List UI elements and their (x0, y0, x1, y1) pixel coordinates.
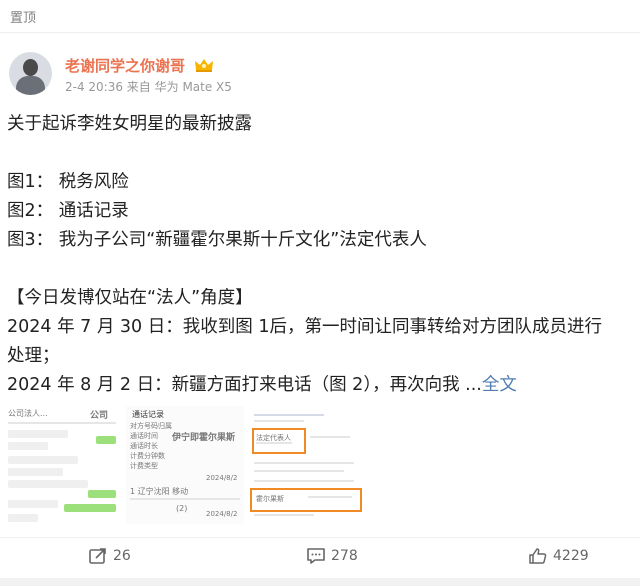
registry-line (308, 496, 352, 498)
chat-bubble-sent (96, 436, 116, 444)
chat-bubble (8, 442, 48, 450)
chat-bubble (8, 480, 88, 488)
chat-bubble (8, 500, 58, 508)
chat-bubble (8, 456, 78, 464)
call-record-row: 通话时间 (130, 432, 158, 440)
comment-button[interactable]: 278 (306, 547, 358, 565)
author-name-text[interactable]: 老谢同学之你谢哥 (65, 57, 185, 75)
call-record-title: 通话记录 (132, 410, 164, 419)
chat-bubble (8, 468, 63, 476)
like-count: 4229 (553, 548, 589, 564)
registry-line (254, 480, 354, 482)
figure-3-line: 图3： 我为子公司“新疆霍尔果斯十斤文化”法定代表人 (7, 230, 427, 250)
timeline-line-2: 2024 年 8 月 2 日：新疆方面打来电话（图 2），再次向我 ...全文 (7, 371, 639, 400)
registry-line (310, 436, 350, 438)
avatar-body (16, 76, 45, 95)
call-record-row: 计费类型 (130, 462, 158, 470)
thumbs-up-icon (528, 547, 548, 565)
comment-count: 278 (331, 548, 358, 564)
author-name[interactable]: 老谢同学之你谢哥 (65, 55, 214, 77)
call-record-location: 1 辽宁沈阳 移动 (130, 487, 189, 496)
call-record-date: 2024/8/2 (206, 474, 238, 482)
registry-line (254, 420, 304, 422)
call-record-date-2: 2024/8/2 (206, 510, 238, 518)
post-content: 关于起诉李姓女明星的最新披露 图1： 税务风险 图2： 通话记录 图3： 我为子… (7, 110, 639, 400)
repost-count: 26 (113, 548, 131, 564)
avatar[interactable] (9, 52, 52, 95)
image-2-divider (130, 498, 240, 500)
image-2-thumbnail[interactable]: 通话记录 对方号码归属 通话时间 通话时长 计费分钟数 计费类型 伊宁即霍尔果斯… (126, 406, 244, 524)
timeline-line-2-text: 2024 年 8 月 2 日：新疆方面打来电话（图 2），再次向我 ... (7, 375, 482, 395)
highlight-box (252, 428, 306, 454)
chat-bubble-sent (64, 504, 116, 512)
image-1-ocr-text: 公司法人... (8, 409, 48, 418)
image-3-thumbnail[interactable]: 法定代表人 霍尔果斯 (248, 406, 366, 524)
call-record-row: 计费分钟数 (130, 452, 165, 460)
comment-icon (306, 547, 326, 565)
chat-bubble-sent (88, 490, 116, 498)
pinned-label: 置顶 (10, 11, 37, 26)
figure-1-line: 图1： 税务风险 (7, 172, 129, 192)
image-1-header: 公司 (90, 411, 109, 421)
figure-2-line: 图2： 通话记录 (7, 201, 129, 221)
timeline-line-1: 2024 年 7 月 30 日：我收到图 1后，第一时间让同事转给对方团队成员进… (7, 317, 602, 337)
chat-bubble (8, 430, 68, 438)
registry-line (254, 470, 344, 472)
chat-bubble (8, 514, 38, 522)
call-record-row: 对方号码归属 (130, 422, 172, 430)
repost-icon (88, 547, 108, 565)
registry-line (254, 462, 354, 464)
repost-button[interactable]: 26 (88, 547, 131, 565)
full-text-link[interactable]: 全文 (482, 375, 517, 395)
image-1-thumbnail[interactable]: 公司法人... 公司 (4, 406, 122, 524)
timeline-line-1-cont: 处理； (7, 346, 60, 366)
registry-line (256, 442, 292, 444)
registry-line (254, 514, 314, 516)
post-title-line: 关于起诉李姓女明星的最新披露 (7, 114, 252, 134)
call-record-row: 通话时长 (130, 442, 158, 450)
call-record-count: (2) (176, 504, 188, 513)
post-meta: 2-4 20:36 来自 华为 Mate X5 (65, 80, 232, 94)
stance-line: 【今日发博仅站在“法人”角度】 (7, 288, 253, 308)
avatar-head (23, 59, 38, 76)
registry-label-company: 霍尔果斯 (256, 495, 284, 503)
pinned-header: 置顶 (0, 0, 640, 33)
image-1-divider (8, 422, 116, 424)
registry-header-bar (254, 414, 324, 416)
action-bar: 26 278 4229 (0, 537, 640, 578)
feed-separator (0, 578, 640, 586)
like-button[interactable]: 4229 (528, 547, 589, 565)
call-record-highlight: 伊宁即霍尔果斯 (172, 433, 236, 443)
crown-badge-icon (194, 57, 214, 77)
